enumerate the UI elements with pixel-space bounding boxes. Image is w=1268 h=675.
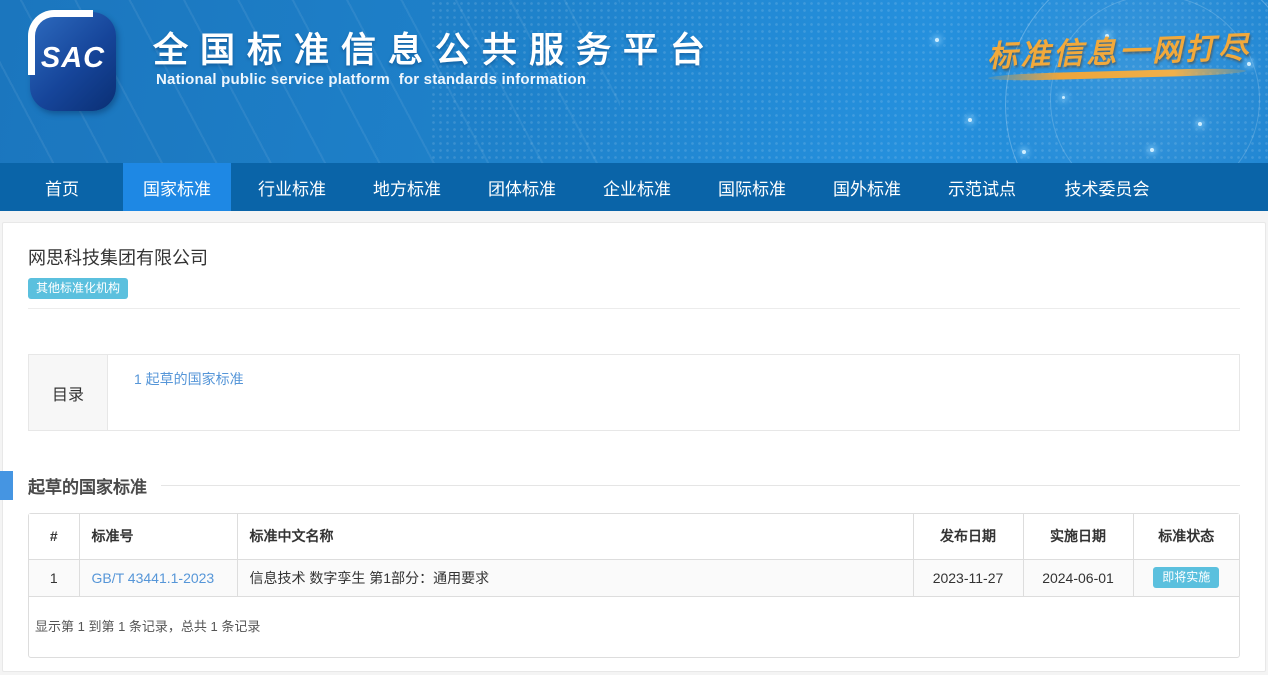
section-title: 起草的国家标准 bbox=[28, 473, 147, 498]
section-rule-line bbox=[161, 485, 1240, 486]
nav-tab-pilot-programs[interactable]: 示范试点 bbox=[928, 163, 1036, 211]
toc-label: 目录 bbox=[29, 355, 108, 430]
toc-box: 目录 1 起草的国家标准 bbox=[28, 354, 1240, 431]
col-header-impl-date: 实施日期 bbox=[1023, 514, 1133, 559]
col-header-status: 标准状态 bbox=[1133, 514, 1239, 559]
nav-tab-national-standards[interactable]: 国家标准 bbox=[123, 163, 231, 211]
site-subtitle-en: National public service platform for sta… bbox=[156, 71, 586, 88]
sac-logo-text: SAC bbox=[30, 42, 116, 75]
table-header-row: # 标准号 标准中文名称 发布日期 实施日期 标准状态 bbox=[29, 514, 1239, 559]
col-header-name-cn: 标准中文名称 bbox=[237, 514, 913, 559]
glow-dot bbox=[935, 38, 939, 42]
col-header-index: # bbox=[29, 514, 79, 559]
glow-dot bbox=[1150, 148, 1154, 152]
banner-slogan: 标准信息一网打尽 bbox=[984, 22, 1253, 75]
nav-tab-enterprise-standards[interactable]: 企业标准 bbox=[583, 163, 691, 211]
nav-tab-international-standards[interactable]: 国际标准 bbox=[698, 163, 806, 211]
glow-dot bbox=[968, 118, 972, 122]
main-nav: 首页 国家标准 行业标准 地方标准 团体标准 企业标准 国际标准 国外标准 示范… bbox=[0, 163, 1268, 211]
content-card: 网思科技集团有限公司 其他标准化机构 目录 1 起草的国家标准 起草的国家标准 … bbox=[2, 222, 1266, 672]
toc-content: 1 起草的国家标准 bbox=[108, 355, 1239, 430]
status-badge: 即将实施 bbox=[1153, 567, 1219, 588]
standards-table-container: # 标准号 标准中文名称 发布日期 实施日期 标准状态 1 GB/T 43441… bbox=[28, 513, 1240, 658]
glow-dot bbox=[1022, 150, 1026, 154]
organization-type-badge: 其他标准化机构 bbox=[28, 278, 128, 299]
sac-logo[interactable]: SAC bbox=[30, 12, 116, 111]
row-index: 1 bbox=[29, 559, 79, 596]
toc-link-drafted-standards[interactable]: 1 起草的国家标准 bbox=[134, 371, 244, 387]
col-header-publish-date: 发布日期 bbox=[913, 514, 1023, 559]
nav-tab-home[interactable]: 首页 bbox=[8, 163, 116, 211]
table-row: 1 GB/T 43441.1-2023 信息技术 数字孪生 第1部分：通用要求 … bbox=[29, 559, 1239, 596]
publish-date: 2023-11-27 bbox=[913, 559, 1023, 596]
nav-tab-industry-standards[interactable]: 行业标准 bbox=[238, 163, 346, 211]
standard-number-link[interactable]: GB/T 43441.1-2023 bbox=[92, 570, 215, 586]
nav-tab-local-standards[interactable]: 地方标准 bbox=[353, 163, 461, 211]
col-header-standard-no: 标准号 bbox=[79, 514, 237, 559]
nav-tab-group-standards[interactable]: 团体标准 bbox=[468, 163, 576, 211]
glow-dot bbox=[1062, 96, 1065, 99]
divider bbox=[28, 308, 1240, 309]
impl-date: 2024-06-01 bbox=[1023, 559, 1133, 596]
record-summary: 显示第 1 到第 1 条记录，总共 1 条记录 bbox=[29, 597, 1239, 657]
site-title: 全国标准信息公共服务平台 bbox=[153, 22, 717, 73]
standards-table: # 标准号 标准中文名称 发布日期 实施日期 标准状态 1 GB/T 43441… bbox=[29, 514, 1239, 597]
header-banner: SAC 全国标准信息公共服务平台 National public service… bbox=[0, 0, 1268, 163]
organization-name: 网思科技集团有限公司 bbox=[28, 223, 1240, 270]
standard-name-cn: 信息技术 数字孪生 第1部分：通用要求 bbox=[237, 559, 913, 596]
section-accent-bar bbox=[0, 471, 13, 500]
glow-dot bbox=[1198, 122, 1202, 126]
section-header: 起草的国家标准 bbox=[28, 471, 1240, 500]
nav-tab-foreign-standards[interactable]: 国外标准 bbox=[813, 163, 921, 211]
nav-tab-technical-committees[interactable]: 技术委员会 bbox=[1043, 163, 1171, 211]
